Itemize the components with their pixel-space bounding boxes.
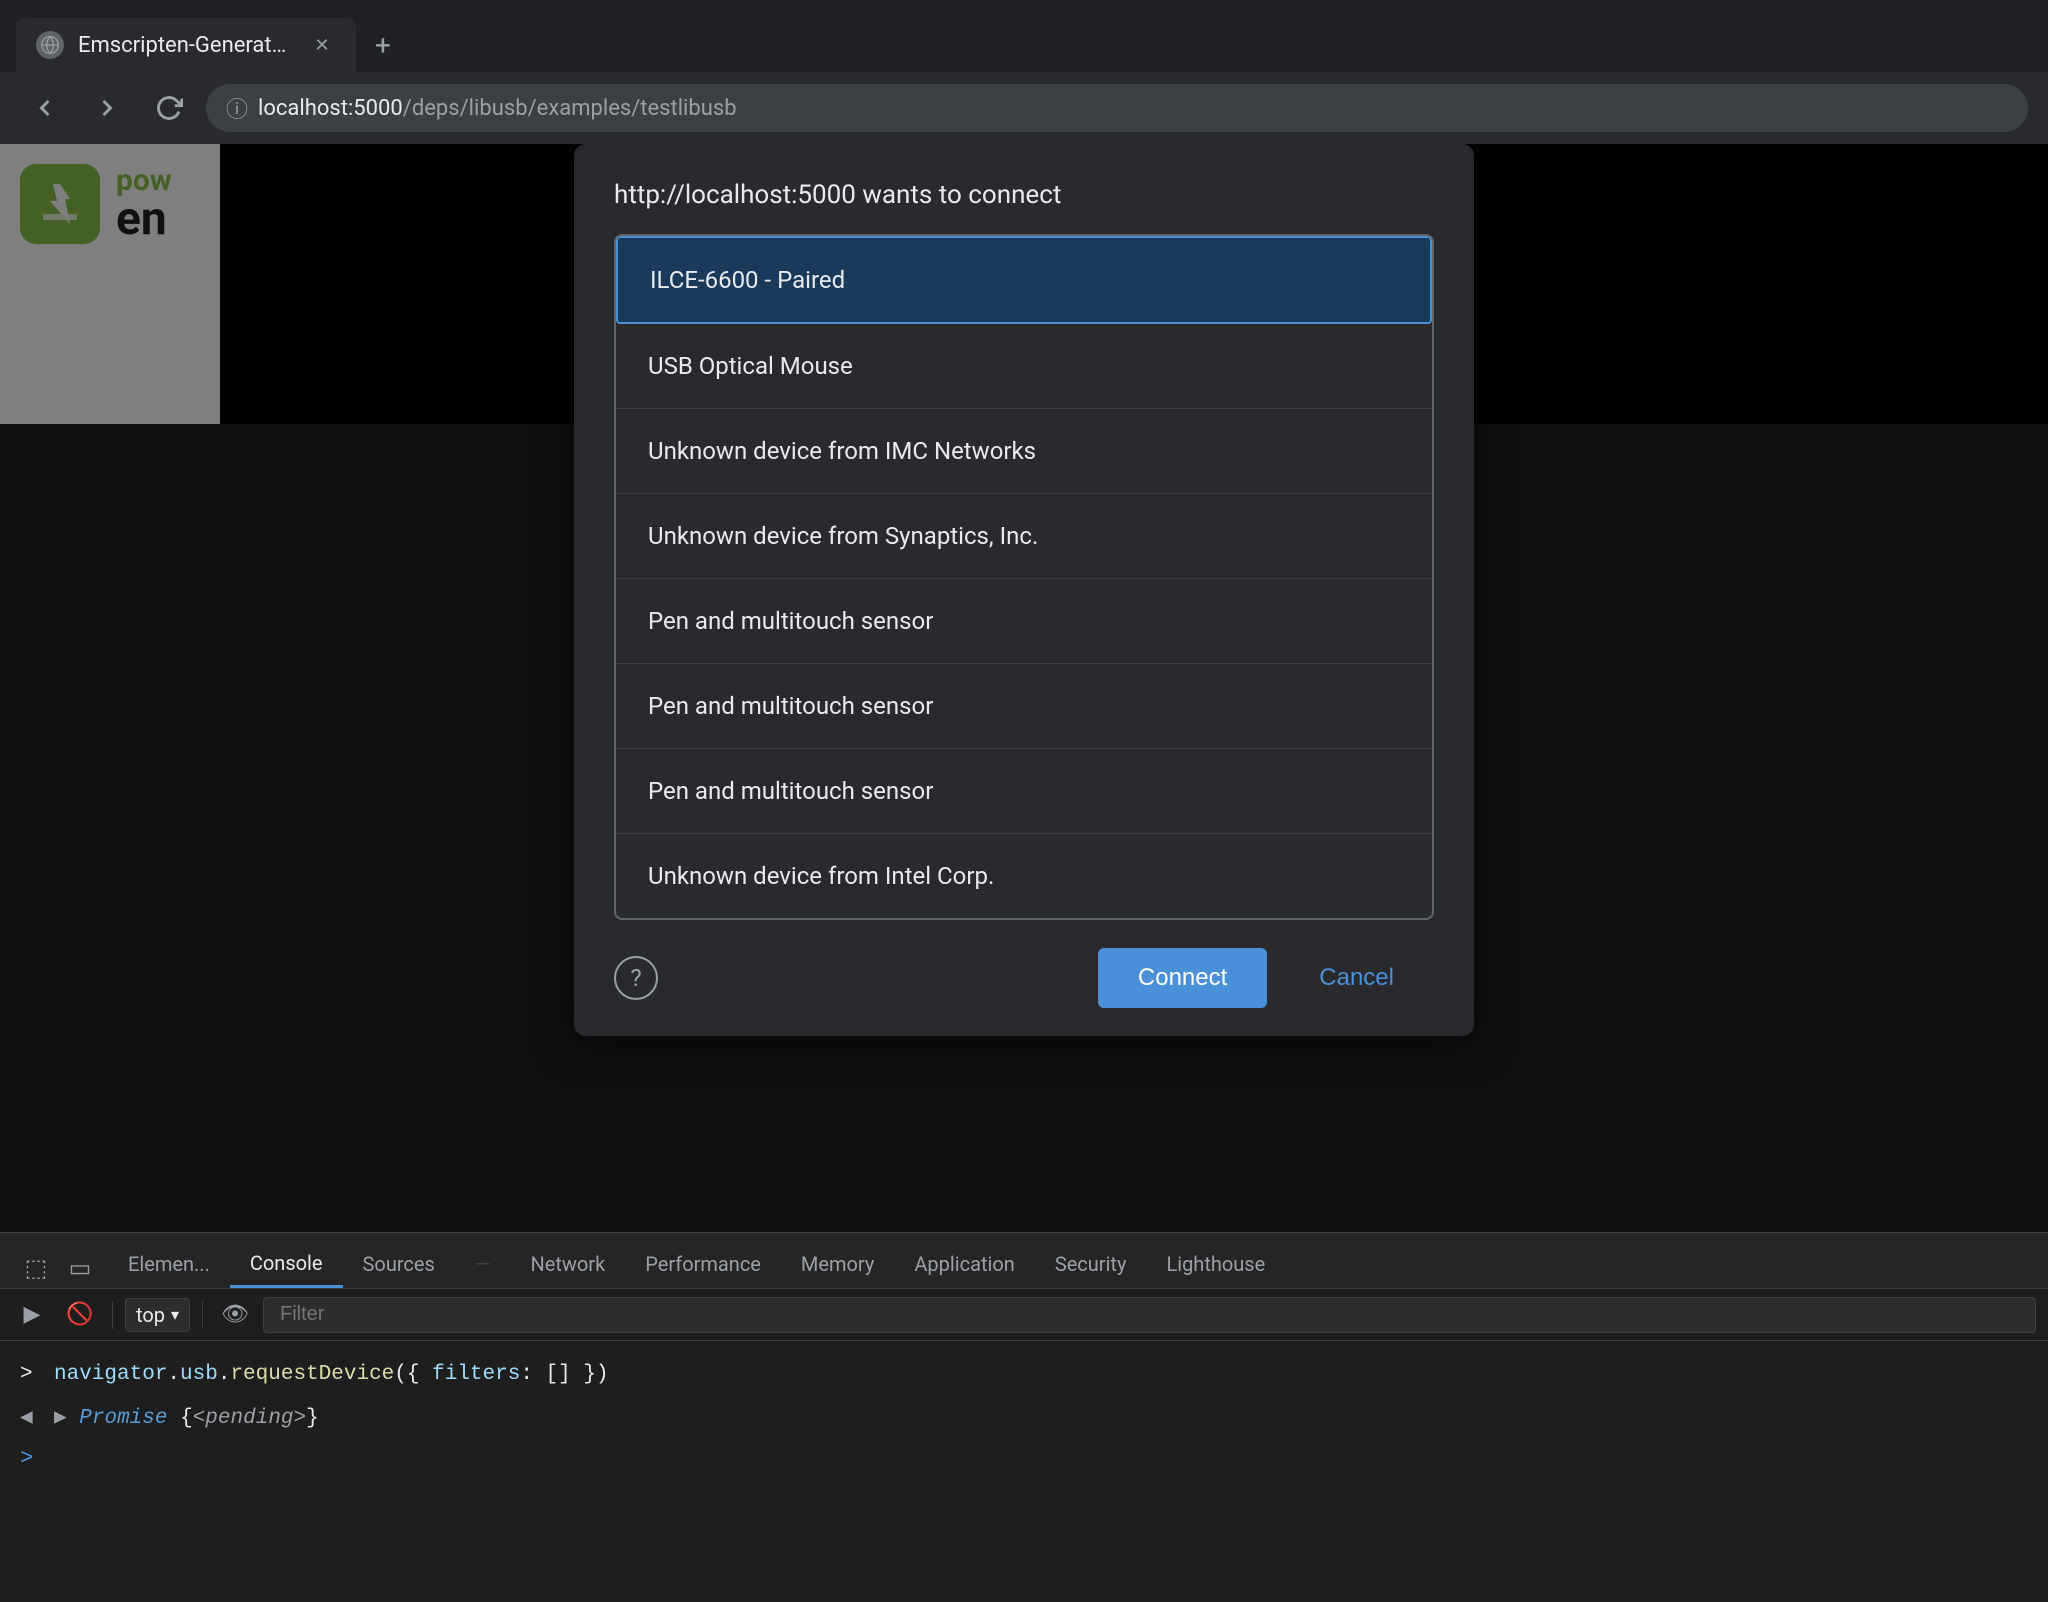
devtools-play-icon[interactable]: ▶ (12, 1295, 52, 1335)
console-prompt-line: > (20, 1440, 2028, 1477)
tab-console[interactable]: Console (230, 1240, 343, 1288)
reload-button[interactable] (144, 83, 194, 133)
help-icon[interactable]: ? (614, 956, 658, 1000)
main-area: pow en http://localhost:5000 wants to co… (0, 144, 2048, 1602)
device-list[interactable]: ILCE-6600 - PairedUSB Optical MouseUnkno… (614, 234, 1434, 920)
device-list-item[interactable]: Unknown device from Intel Corp. (616, 834, 1432, 918)
dialog-footer: ? Connect Cancel (574, 920, 1474, 1036)
dialog-buttons: Connect Cancel (1098, 948, 1434, 1008)
devtools-eye-icon[interactable]: 👁 (215, 1295, 255, 1335)
device-list-item[interactable]: Unknown device from IMC Networks (616, 409, 1432, 494)
device-list-item[interactable]: ILCE-6600 - Paired (616, 236, 1432, 324)
tab-sources[interactable]: Sources (343, 1240, 455, 1288)
tab-security[interactable]: Security (1035, 1240, 1147, 1288)
browser-tab[interactable]: Emscripten-Generated Code ✕ (16, 18, 356, 72)
tab-favicon (36, 31, 64, 59)
expand-arrow[interactable]: ▶ (54, 1407, 67, 1430)
tab-elements[interactable]: Elemen... (108, 1240, 230, 1288)
devtools-mobile-icon[interactable]: ▭ (60, 1248, 100, 1288)
console-filter-input[interactable] (263, 1297, 2036, 1333)
address-bar-info-icon: ⓘ (226, 92, 248, 124)
toolbar-separator-2 (202, 1301, 203, 1329)
tab-memory[interactable]: Memory (781, 1240, 894, 1288)
tab-network-label[interactable]: Network (510, 1240, 625, 1288)
devtools-tab-bar: ⬚ ▭ Elemen... Console Sources — Network … (0, 1233, 2048, 1289)
tab-network[interactable]: — (455, 1240, 511, 1288)
tab-close-button[interactable]: ✕ (308, 31, 336, 59)
console-prompt-indicator: > (20, 1446, 33, 1471)
tab-title: Emscripten-Generated Code (78, 33, 294, 58)
browser-chrome: Emscripten-Generated Code ✕ + (0, 0, 2048, 144)
new-tab-button[interactable]: + (356, 18, 410, 72)
device-list-item[interactable]: Pen and multitouch sensor (616, 579, 1432, 664)
devtools-no-entry-icon[interactable]: 🚫 (60, 1295, 100, 1335)
devtools-toolbar: ▶ 🚫 top ▾ 👁 (0, 1289, 2048, 1341)
tab-bar: Emscripten-Generated Code ✕ + (0, 0, 2048, 72)
console-command: navigator.usb.requestDevice({ filters: [… (54, 1359, 609, 1391)
cancel-button[interactable]: Cancel (1279, 948, 1434, 1008)
tab-performance[interactable]: Performance (625, 1240, 781, 1288)
console-line-1: > navigator.usb.requestDevice({ filters:… (20, 1353, 2028, 1397)
top-context-label: top (136, 1303, 165, 1327)
devtools-cursor-icon[interactable]: ⬚ (16, 1248, 56, 1288)
forward-button[interactable] (82, 83, 132, 133)
connect-button[interactable]: Connect (1098, 948, 1267, 1008)
device-list-item[interactable]: USB Optical Mouse (616, 324, 1432, 409)
top-context-selector[interactable]: top ▾ (125, 1298, 190, 1332)
usb-connect-dialog: http://localhost:5000 wants to connect I… (574, 144, 1474, 1036)
console-input-arrow: > (20, 1359, 44, 1391)
console-result: ▶ Promise {<pending>} (54, 1403, 319, 1435)
address-bar[interactable]: ⓘ localhost:5000/deps/libusb/examples/te… (206, 84, 2028, 132)
devtools-panel: ⬚ ▭ Elemen... Console Sources — Network … (0, 1232, 2048, 1602)
back-button[interactable] (20, 83, 70, 133)
device-list-item[interactable]: Pen and multitouch sensor (616, 749, 1432, 834)
tab-lighthouse[interactable]: Lighthouse (1146, 1240, 1285, 1288)
toolbar-separator-1 (112, 1301, 113, 1329)
console-line-2: ◀ ▶ Promise {<pending>} (20, 1397, 2028, 1441)
top-context-arrow: ▾ (171, 1305, 179, 1324)
dialog-header: http://localhost:5000 wants to connect (574, 144, 1474, 234)
console-output: > navigator.usb.requestDevice({ filters:… (0, 1341, 2048, 1489)
nav-bar: ⓘ localhost:5000/deps/libusb/examples/te… (0, 72, 2048, 144)
address-text: localhost:5000/deps/libusb/examples/test… (258, 96, 737, 121)
console-output-arrow: ◀ (20, 1403, 44, 1435)
address-host: localhost:5000 (258, 96, 403, 121)
device-list-item[interactable]: Pen and multitouch sensor (616, 664, 1432, 749)
device-list-item[interactable]: Unknown device from Synaptics, Inc. (616, 494, 1432, 579)
dialog-title: http://localhost:5000 wants to connect (614, 180, 1434, 210)
devtools-icons: ⬚ ▭ (8, 1248, 108, 1288)
address-path: /deps/libusb/examples/testlibusb (403, 96, 737, 121)
tab-application[interactable]: Application (894, 1240, 1034, 1288)
